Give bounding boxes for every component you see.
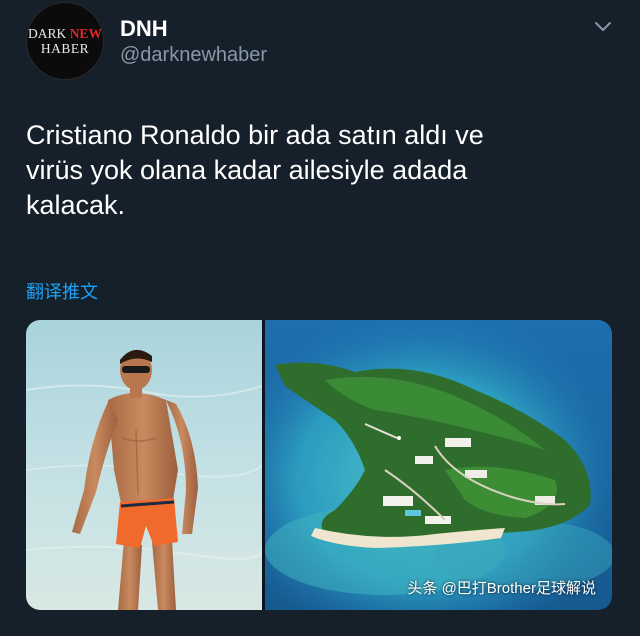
- island-aerial-photo[interactable]: [265, 320, 612, 610]
- watermark-text: 头条 @巴打Brother足球解说: [407, 580, 596, 597]
- chevron-down-icon[interactable]: [594, 20, 612, 34]
- beach-photo[interactable]: [26, 320, 262, 610]
- tweet-media[interactable]: 头条 @巴打Brother足球解说: [26, 320, 612, 610]
- author-display-name[interactable]: DNH: [120, 16, 168, 42]
- tweet-text: Cristiano Ronaldo bir ada satın aldı ve …: [26, 120, 484, 220]
- logo-haber-text: HABER: [40, 41, 90, 56]
- logo-dark-text: DARK: [28, 25, 67, 41]
- translate-tweet-link[interactable]: 翻译推文: [26, 278, 98, 304]
- logo-new-text: NEW: [69, 25, 102, 41]
- tweet-header: DARK NEW HABER DNH @darknewhaber: [26, 2, 620, 82]
- avatar[interactable]: DARK NEW HABER: [26, 2, 104, 80]
- author-handle[interactable]: @darknewhaber: [120, 44, 267, 67]
- avatar-logo-line1: DARK NEW: [28, 25, 102, 41]
